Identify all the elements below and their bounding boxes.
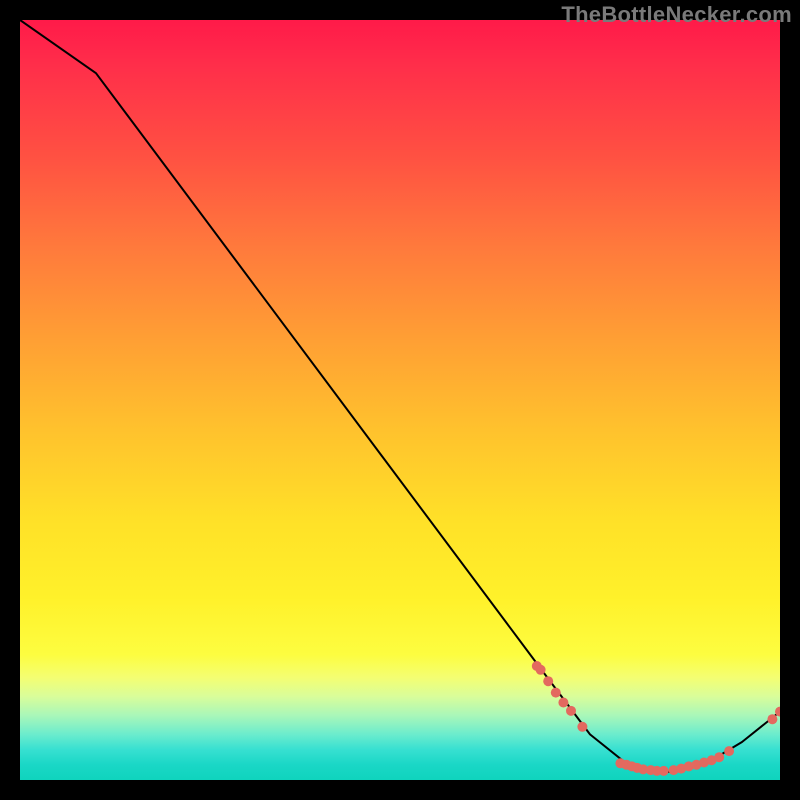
chart-stage: TheBottleNecker.com	[0, 0, 800, 800]
data-markers	[532, 661, 780, 776]
data-point	[558, 697, 568, 707]
watermark-label: TheBottleNecker.com	[561, 2, 792, 28]
data-point	[536, 665, 546, 675]
data-point	[551, 688, 561, 698]
chart-overlay	[20, 20, 780, 780]
bottleneck-curve	[20, 20, 780, 772]
data-point	[659, 766, 669, 776]
data-point	[577, 722, 587, 732]
plot-area	[20, 20, 780, 780]
data-point	[724, 746, 734, 756]
data-point	[767, 714, 777, 724]
data-point	[566, 706, 576, 716]
data-point	[543, 676, 553, 686]
data-point	[714, 752, 724, 762]
